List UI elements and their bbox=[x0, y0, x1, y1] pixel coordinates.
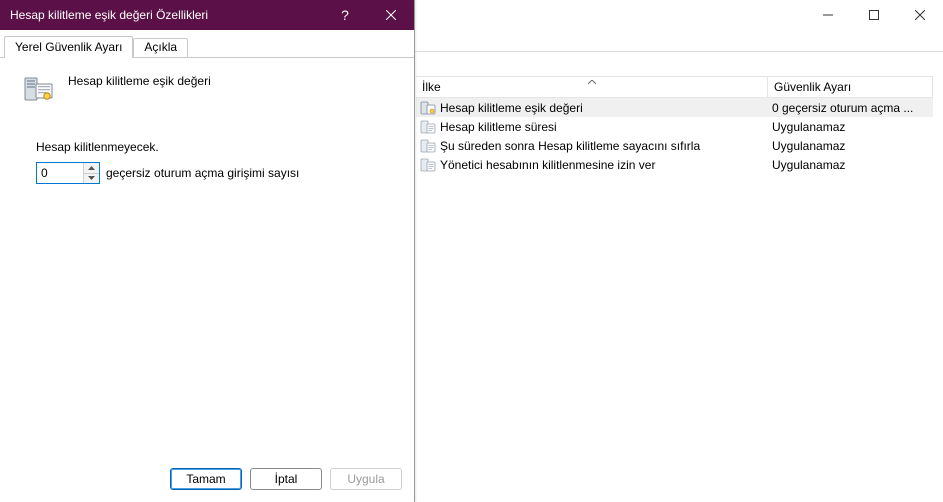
button-label: Uygula bbox=[347, 472, 384, 486]
policy-cell-label: Yönetici hesabının kilitlenmesine izin v… bbox=[440, 158, 655, 172]
policy-cell-label: Hesap kilitleme süresi bbox=[440, 120, 557, 134]
setting-cell: 0 geçersiz oturum açma ... bbox=[768, 101, 933, 115]
tab-local-security-setting[interactable]: Yerel Güvenlik Ayarı bbox=[4, 36, 133, 57]
policy-cell-label: Şu süreden sonra Hesap kilitleme sayacın… bbox=[440, 139, 700, 153]
dialog-close-button[interactable] bbox=[368, 0, 414, 30]
list-header: İlke Güvenlik Ayarı bbox=[416, 76, 933, 98]
maximize-icon bbox=[869, 10, 879, 20]
list-body: Hesap kilitleme eşik değeri 0 geçersiz ot… bbox=[416, 98, 933, 174]
close-icon bbox=[386, 10, 396, 20]
policy-item-icon bbox=[420, 157, 436, 173]
spinner-buttons bbox=[83, 163, 99, 183]
policy-item-icon bbox=[420, 138, 436, 154]
policy-item-icon bbox=[420, 119, 436, 135]
minimize-button[interactable] bbox=[805, 0, 851, 30]
dialog-titlebar[interactable]: Hesap kilitleme eşik değeri Özellikleri … bbox=[0, 0, 414, 30]
toolbar-divider bbox=[415, 51, 943, 52]
threshold-spinner[interactable] bbox=[36, 162, 100, 184]
column-header-policy[interactable]: İlke bbox=[416, 77, 768, 97]
policy-cell: Yönetici hesabının kilitlenmesine izin v… bbox=[416, 157, 768, 173]
cancel-button[interactable]: İptal bbox=[250, 468, 322, 490]
minimize-icon bbox=[823, 10, 833, 20]
tabstrip: Yerel Güvenlik Ayarı Açıkla bbox=[0, 30, 414, 58]
spinner-down-button[interactable] bbox=[84, 174, 99, 184]
policy-cell: Hesap kilitleme eşik değeri bbox=[416, 100, 768, 116]
close-button[interactable] bbox=[897, 0, 943, 30]
parent-system-buttons bbox=[805, 0, 943, 30]
policy-cell-label: Hesap kilitleme eşik değeri bbox=[440, 101, 583, 115]
apply-button: Uygula bbox=[330, 468, 402, 490]
button-label: Tamam bbox=[186, 472, 225, 486]
help-button[interactable]: ? bbox=[322, 0, 368, 30]
setting-cell: Uygulanamaz bbox=[768, 158, 933, 172]
close-icon bbox=[915, 10, 925, 20]
table-row[interactable]: Hesap kilitleme süresi Uygulanamaz bbox=[416, 117, 933, 136]
lockout-hint: Hesap kilitlenmeyecek. bbox=[36, 140, 398, 154]
tab-label: Açıkla bbox=[144, 40, 177, 54]
help-icon: ? bbox=[341, 7, 349, 23]
policy-list: İlke Güvenlik Ayarı Hesap kilitleme eşik… bbox=[416, 76, 933, 492]
column-header-setting-label: Güvenlik Ayarı bbox=[774, 80, 851, 94]
tab-explain[interactable]: Açıkla bbox=[133, 38, 188, 57]
sort-indicator-icon bbox=[588, 73, 596, 87]
chevron-down-icon bbox=[88, 176, 95, 180]
policy-cell: Hesap kilitleme süresi bbox=[416, 119, 768, 135]
properties-dialog: Hesap kilitleme eşik değeri Özellikleri … bbox=[0, 0, 415, 502]
spinner-up-button[interactable] bbox=[84, 163, 99, 174]
maximize-button[interactable] bbox=[851, 0, 897, 30]
table-row[interactable]: Şu süreden sonra Hesap kilitleme sayacın… bbox=[416, 136, 933, 155]
policy-item-icon bbox=[420, 100, 436, 116]
policy-name: Hesap kilitleme eşik değeri bbox=[68, 74, 211, 88]
table-row[interactable]: Yönetici hesabının kilitlenmesine izin v… bbox=[416, 155, 933, 174]
threshold-caption: geçersiz oturum açma girişimi sayısı bbox=[106, 166, 299, 180]
dialog-title: Hesap kilitleme eşik değeri Özellikleri bbox=[0, 8, 322, 22]
tab-label: Yerel Güvenlik Ayarı bbox=[15, 40, 122, 54]
ok-button[interactable]: Tamam bbox=[170, 468, 242, 490]
threshold-row: geçersiz oturum açma girişimi sayısı bbox=[36, 162, 398, 184]
dialog-button-row: Tamam İptal Uygula bbox=[0, 458, 414, 502]
button-label: İptal bbox=[275, 472, 298, 486]
column-header-policy-label: İlke bbox=[422, 80, 441, 94]
policy-header: Hesap kilitleme eşik değeri bbox=[16, 72, 398, 104]
threshold-input[interactable] bbox=[37, 163, 83, 183]
dialog-body: Hesap kilitleme eşik değeri Hesap kilitl… bbox=[0, 58, 414, 458]
table-row[interactable]: Hesap kilitleme eşik değeri 0 geçersiz ot… bbox=[416, 98, 933, 117]
chevron-up-icon bbox=[88, 166, 95, 170]
setting-cell: Uygulanamaz bbox=[768, 120, 933, 134]
column-header-setting[interactable]: Güvenlik Ayarı bbox=[768, 77, 933, 97]
setting-cell: Uygulanamaz bbox=[768, 139, 933, 153]
policy-icon bbox=[22, 72, 54, 104]
policy-cell: Şu süreden sonra Hesap kilitleme sayacın… bbox=[416, 138, 768, 154]
